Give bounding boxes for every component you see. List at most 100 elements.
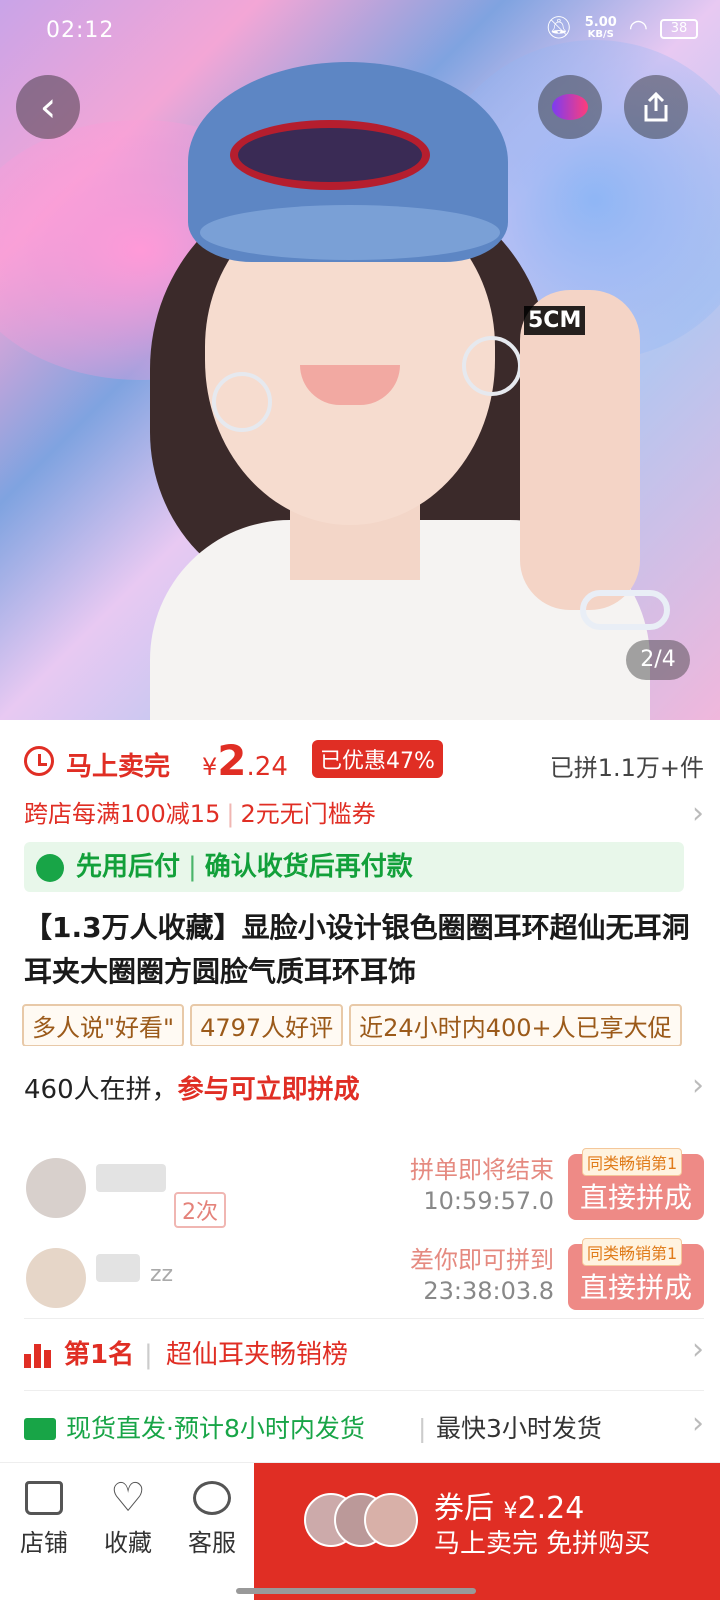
- product-image[interactable]: 5CM 2/4: [0, 0, 720, 720]
- discount-badge: 已优惠47%: [312, 740, 443, 778]
- review-tags: 多人说"好看" 4797人好评 近24小时内400+人已享大促: [22, 1004, 720, 1046]
- avatar: [364, 1493, 418, 1547]
- group-action: 参与可立即拼成: [177, 1075, 360, 1105]
- pay-later-desc: 确认收货后再付款: [204, 852, 413, 882]
- heart-icon: [109, 1481, 147, 1515]
- store-button[interactable]: 店铺: [4, 1481, 84, 1558]
- brand-blob-icon: [552, 94, 588, 120]
- price: ¥2.24: [202, 736, 288, 785]
- group-order-info: 拼单即将结束 10:59:57.0: [410, 1150, 554, 1215]
- join-group-label: 直接拼成: [579, 1271, 692, 1304]
- after-coupon-label: 券后: [434, 1491, 494, 1526]
- app-logo-button[interactable]: [538, 75, 602, 139]
- coupon-cross-store: 跨店每满100减15: [24, 800, 221, 828]
- join-group-button[interactable]: 同类畅销第1 直接拼成: [568, 1238, 704, 1310]
- favorite-button[interactable]: 收藏: [88, 1481, 168, 1558]
- pay-later-separator: |: [188, 852, 197, 882]
- sell-out-label: 马上卖完: [66, 752, 171, 782]
- buy-now-button[interactable]: 券后 ¥2.24 马上卖完 免拼购买: [254, 1463, 720, 1600]
- buyer-avatars: [304, 1493, 424, 1547]
- product-page: 5CM 2/4 02:12 🔕︎ 5.00 KB/S ◠ 38 ‹ 马上卖完 ¥…: [0, 0, 720, 1600]
- ranking-row[interactable]: 第1名 | 超仙耳夹畅销榜 ›: [24, 1330, 704, 1380]
- status-bar: 02:12 🔕︎ 5.00 KB/S ◠ 38: [0, 0, 720, 60]
- cap-brim-shape: [200, 205, 500, 260]
- rank-list-name: 超仙耳夹畅销榜: [166, 1340, 349, 1370]
- divider: [24, 1390, 704, 1391]
- bottom-action-bar: 店铺 收藏 客服 券后 ¥2.24 马上卖完 免拼购买: [0, 1462, 720, 1600]
- bestseller-badge: 同类畅销第1: [582, 1238, 683, 1266]
- join-group-button[interactable]: 同类畅销第1 直接拼成: [568, 1148, 704, 1220]
- review-tag[interactable]: 近24小时内400+人已享大促: [349, 1004, 682, 1046]
- username-tail: zz: [150, 1262, 174, 1287]
- join-times-badge: 2次: [174, 1192, 226, 1228]
- price-row: 马上卖完 ¥2.24 已优惠47% 已拼1.1万+件: [24, 736, 704, 786]
- countdown-timer: 10:59:57.0: [423, 1187, 554, 1215]
- avatar: [26, 1158, 86, 1218]
- price-integer: 2: [217, 736, 247, 785]
- image-pager: 2/4: [626, 640, 690, 680]
- back-button[interactable]: ‹: [16, 75, 80, 139]
- home-indicator[interactable]: [236, 1588, 476, 1594]
- status-time: 02:12: [46, 18, 115, 43]
- divider: [24, 1318, 704, 1319]
- hand-shape: [520, 290, 640, 610]
- review-tag[interactable]: 4797人好评: [190, 1004, 344, 1046]
- chevron-right-icon: ›: [692, 1406, 704, 1441]
- buy-action-label: 马上卖完 免拼购买: [434, 1529, 651, 1559]
- group-order-hint: 差你即可拼到: [410, 1246, 554, 1274]
- rank-place: 第1名: [64, 1340, 135, 1370]
- currency-symbol: ¥: [503, 1499, 518, 1524]
- blurred-username: [96, 1254, 140, 1282]
- pay-later-banner[interactable]: 先用后付 | 确认收货后再付款: [24, 842, 684, 892]
- store-icon: [25, 1481, 63, 1515]
- sold-count: 已拼1.1万+件: [549, 754, 704, 782]
- currency-symbol: ¥: [202, 753, 218, 781]
- review-tag[interactable]: 多人说"好看": [22, 1004, 185, 1046]
- net-speed-value: 5.00: [584, 14, 617, 30]
- rank-separator: |: [144, 1340, 153, 1370]
- bestseller-badge: 同类畅销第1: [582, 1148, 683, 1176]
- battery-icon: 38: [660, 18, 698, 39]
- group-order-hint: 拼单即将结束: [410, 1156, 554, 1184]
- pay-later-icon: [36, 854, 64, 882]
- price-decimal: .24: [246, 752, 288, 782]
- buy-price: 2.24: [517, 1491, 585, 1526]
- wifi-icon: ◠: [628, 16, 648, 41]
- group-order-item: zz 差你即可拼到 23:38:03.8 同类畅销第1 直接拼成: [24, 1238, 704, 1318]
- group-order-info: 差你即可拼到 23:38:03.8: [410, 1240, 554, 1305]
- net-speed-unit: KB/S: [587, 28, 614, 40]
- cap-logo-shape: [230, 120, 430, 190]
- coupon-row[interactable]: 跨店每满100减15 | 2元无门槛券 ›: [24, 794, 704, 834]
- bracelet-shape: [580, 590, 670, 630]
- shipping-estimate: 现货直发·预计8小时内发货: [66, 1414, 365, 1443]
- customer-service-button[interactable]: 客服: [172, 1481, 252, 1558]
- group-count: 460人在拼，: [24, 1075, 178, 1105]
- chevron-right-icon: ›: [692, 1332, 704, 1367]
- alarm-clock-icon: [24, 746, 54, 776]
- share-icon: [644, 91, 668, 122]
- status-icons: 🔕︎ 5.00 KB/S ◠ 38: [545, 16, 698, 41]
- shipping-separator: |: [418, 1414, 427, 1443]
- chevron-right-icon: ›: [692, 796, 704, 831]
- avatar: [26, 1248, 86, 1308]
- ranking-icon: [24, 1342, 52, 1368]
- truck-icon: [24, 1418, 56, 1440]
- earring-left: [212, 372, 272, 432]
- chat-icon: [193, 1481, 231, 1515]
- buy-price-line: 券后 ¥2.24: [434, 1483, 584, 1527]
- chevron-left-icon: ‹: [39, 82, 57, 131]
- share-button[interactable]: [624, 75, 688, 139]
- countdown-timer: 23:38:03.8: [423, 1277, 554, 1305]
- image-size-label: 5CM: [524, 306, 586, 335]
- blurred-username: [96, 1164, 166, 1192]
- group-buy-row[interactable]: 460人在拼，参与可立即拼成 ›: [24, 1066, 704, 1114]
- chevron-right-icon: ›: [692, 1068, 704, 1103]
- favorite-label: 收藏: [104, 1529, 152, 1557]
- shipping-row[interactable]: 现货直发·预计8小时内发货 | 最快3小时发货 ›: [24, 1404, 704, 1454]
- store-label: 店铺: [20, 1529, 68, 1557]
- join-group-label: 直接拼成: [579, 1181, 692, 1214]
- product-title: 【1.3万人收藏】显脸小设计银色圈圈耳环超仙无耳洞耳夹大圈圈方圆脸气质耳环耳饰: [24, 911, 690, 988]
- mute-icon: 🔕︎: [544, 16, 573, 41]
- coupon-no-threshold: 2元无门槛券: [240, 800, 376, 828]
- shipping-fastest: 最快3小时发货: [436, 1414, 602, 1443]
